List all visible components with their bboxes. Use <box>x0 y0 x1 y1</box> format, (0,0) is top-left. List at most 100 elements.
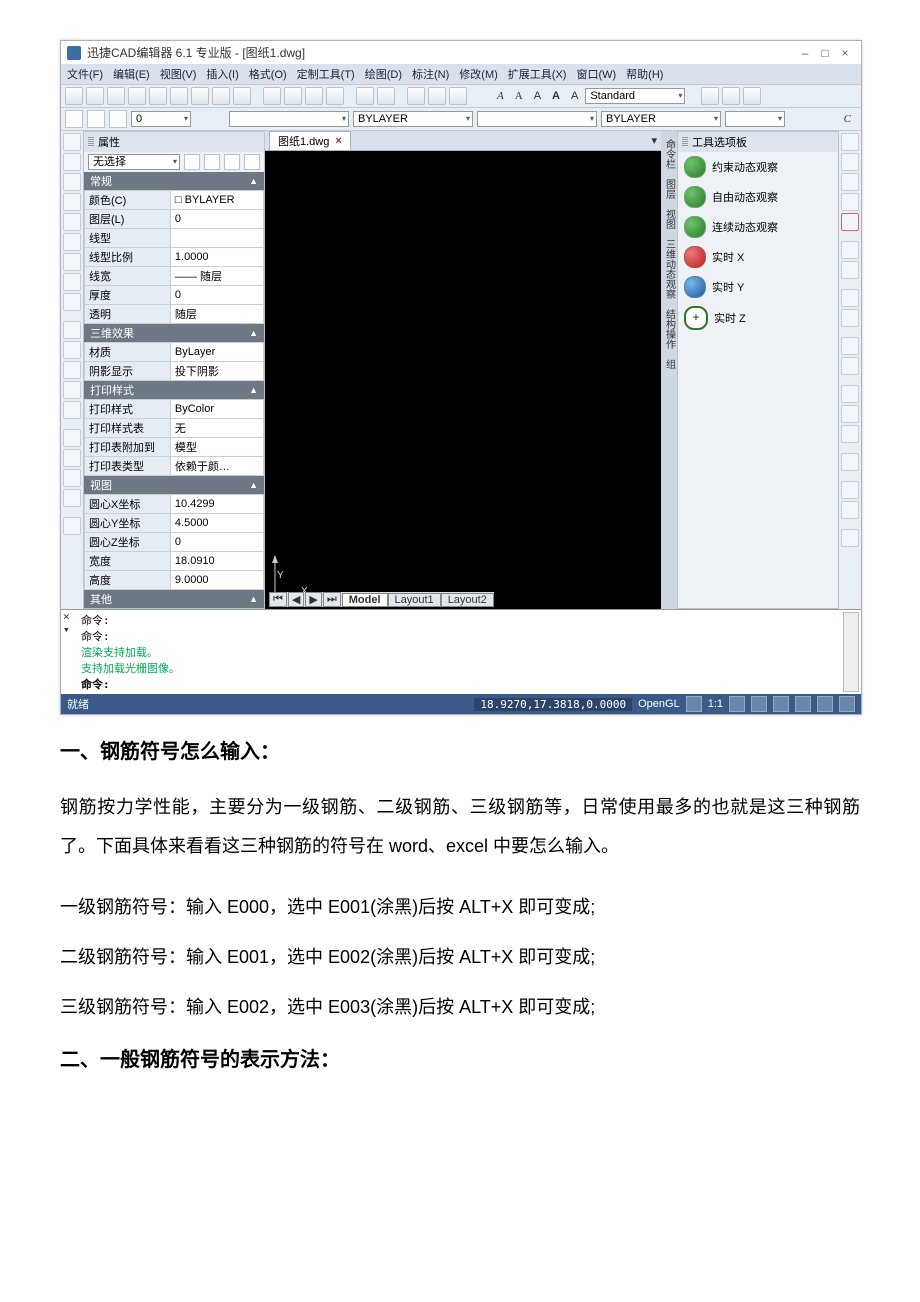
menu-custom[interactable]: 定制工具(T) <box>297 66 355 82</box>
grip-icon[interactable] <box>682 137 688 147</box>
tab-nav-last[interactable]: ⏭ <box>323 592 341 607</box>
mirror-icon[interactable] <box>841 173 859 191</box>
undo-icon[interactable] <box>356 87 374 105</box>
text-style-a3[interactable]: A <box>530 90 545 102</box>
layer-icon[interactable] <box>191 87 209 105</box>
tab-layout1[interactable]: Layout1 <box>388 593 441 607</box>
move-icon[interactable] <box>841 133 859 151</box>
text-style-a2[interactable]: A <box>511 90 527 102</box>
command-area[interactable]: ×▾ 命令: 命令: 渲染支持加载。 支持加载光栅图像。 命令: <box>61 609 861 694</box>
open-icon[interactable] <box>86 87 104 105</box>
menu-edit[interactable]: 编辑(E) <box>113 66 150 82</box>
text-style-a5[interactable]: A <box>567 90 582 102</box>
array-icon[interactable] <box>841 385 859 403</box>
stretch-icon[interactable] <box>841 405 859 423</box>
cmd-scrollbar[interactable] <box>843 612 859 692</box>
tool-realtime-z[interactable]: +实时 Z <box>678 302 838 334</box>
new-icon[interactable] <box>65 87 83 105</box>
cut-icon[interactable] <box>263 87 281 105</box>
polygon-icon[interactable] <box>63 273 81 291</box>
lineweight-combo[interactable]: BYLAYER <box>601 111 721 127</box>
text-style-combo[interactable]: Standard <box>585 88 685 104</box>
trim-icon[interactable] <box>841 289 859 307</box>
revcloud-icon[interactable] <box>63 449 81 467</box>
menu-ext[interactable]: 扩展工具(X) <box>508 66 567 82</box>
matchprop-icon[interactable] <box>326 87 344 105</box>
text-icon[interactable] <box>63 381 81 399</box>
ltscale-combo[interactable] <box>725 111 785 127</box>
table-icon[interactable] <box>63 361 81 379</box>
explode2-icon[interactable] <box>841 529 859 547</box>
menu-draw[interactable]: 绘图(D) <box>365 66 402 82</box>
text-style-a1[interactable]: A <box>493 90 508 102</box>
circle-icon[interactable] <box>63 213 81 231</box>
layer-combo[interactable]: 0 <box>131 111 191 127</box>
doc-tab-dropdown-icon[interactable]: ▾ <box>651 134 657 147</box>
rectangle-icon[interactable] <box>63 253 81 271</box>
selection-combo[interactable]: 无选择 <box>88 154 180 170</box>
status-model-icon[interactable] <box>839 696 855 712</box>
linetype-combo-2[interactable] <box>477 111 597 127</box>
redo-icon[interactable] <box>377 87 395 105</box>
layer-freeze-icon[interactable] <box>109 110 127 128</box>
rotate-icon[interactable] <box>841 241 859 259</box>
erase-icon[interactable] <box>407 87 425 105</box>
tab-layout2[interactable]: Layout2 <box>441 593 494 607</box>
fillet-icon[interactable] <box>841 337 859 355</box>
status-polar-icon[interactable] <box>773 696 789 712</box>
group-print[interactable]: 打印样式▲ <box>84 381 264 399</box>
circle-c-icon[interactable]: C <box>844 113 857 125</box>
tool-orbit-continuous[interactable]: 连续动态观察 <box>678 212 838 242</box>
text-style-a4[interactable]: A <box>548 90 564 102</box>
layer-state-icon[interactable] <box>87 110 105 128</box>
lengthen-icon[interactable] <box>841 501 859 519</box>
ellipse-icon[interactable] <box>63 233 81 251</box>
copy-icon[interactable] <box>284 87 302 105</box>
group-3d[interactable]: 三维效果▲ <box>84 324 264 342</box>
break-icon[interactable] <box>841 425 859 443</box>
side-tab-cmd[interactable]: 命令栏 <box>662 139 677 169</box>
close-button[interactable]: × <box>835 46 855 60</box>
extend-icon[interactable] <box>841 309 859 327</box>
print-icon[interactable] <box>128 87 146 105</box>
block-icon[interactable] <box>212 87 230 105</box>
side-tab-layer[interactable]: 图层 <box>662 179 677 199</box>
hatch-icon[interactable] <box>63 321 81 339</box>
drawing-canvas[interactable]: Y X ⏮ ◀ ▶ ⏭ Model Layout1 Layout2 <box>265 151 661 609</box>
group-view[interactable]: 视图▲ <box>84 476 264 494</box>
side-tab-group[interactable]: 组 <box>662 359 677 369</box>
doc-tab-close-icon[interactable]: × <box>335 135 341 147</box>
cmd-close-icon[interactable]: ×▾ <box>63 610 70 636</box>
linetype-combo-1[interactable] <box>229 111 349 127</box>
help-icon[interactable] <box>449 87 467 105</box>
grip-icon[interactable] <box>88 137 94 147</box>
delete-icon[interactable] <box>841 213 859 231</box>
refresh-icon[interactable] <box>63 517 81 535</box>
minimize-button[interactable]: – <box>795 46 815 60</box>
tab-nav-next[interactable]: ▶ <box>305 592 321 607</box>
menu-help[interactable]: 帮助(H) <box>626 66 663 82</box>
tab-nav-first[interactable]: ⏮ <box>269 592 287 607</box>
side-tab-struct[interactable]: 结构操作 <box>662 309 677 349</box>
wipeout-icon[interactable] <box>63 469 81 487</box>
arc-icon[interactable] <box>63 193 81 211</box>
menu-file[interactable]: 文件(F) <box>67 66 103 82</box>
plot-icon[interactable] <box>170 87 188 105</box>
offset-icon[interactable] <box>841 193 859 211</box>
status-ortho-icon[interactable] <box>751 696 767 712</box>
maximize-button[interactable]: □ <box>815 46 835 60</box>
menu-format[interactable]: 格式(O) <box>249 66 287 82</box>
menu-insert[interactable]: 插入(I) <box>206 66 238 82</box>
cmd-prompt[interactable]: 命令: <box>81 676 855 692</box>
explode-icon[interactable] <box>428 87 446 105</box>
polyline-icon[interactable] <box>63 153 81 171</box>
save-icon[interactable] <box>107 87 125 105</box>
copy2-icon[interactable] <box>841 153 859 171</box>
block-insert-icon[interactable] <box>63 401 81 419</box>
dim-icon-3[interactable] <box>743 87 761 105</box>
scale-icon[interactable] <box>841 261 859 279</box>
status-snap-icon[interactable] <box>686 696 702 712</box>
group-general[interactable]: 常规▲ <box>84 172 264 190</box>
line-icon[interactable] <box>63 133 81 151</box>
prop-icon-2[interactable] <box>204 154 220 170</box>
